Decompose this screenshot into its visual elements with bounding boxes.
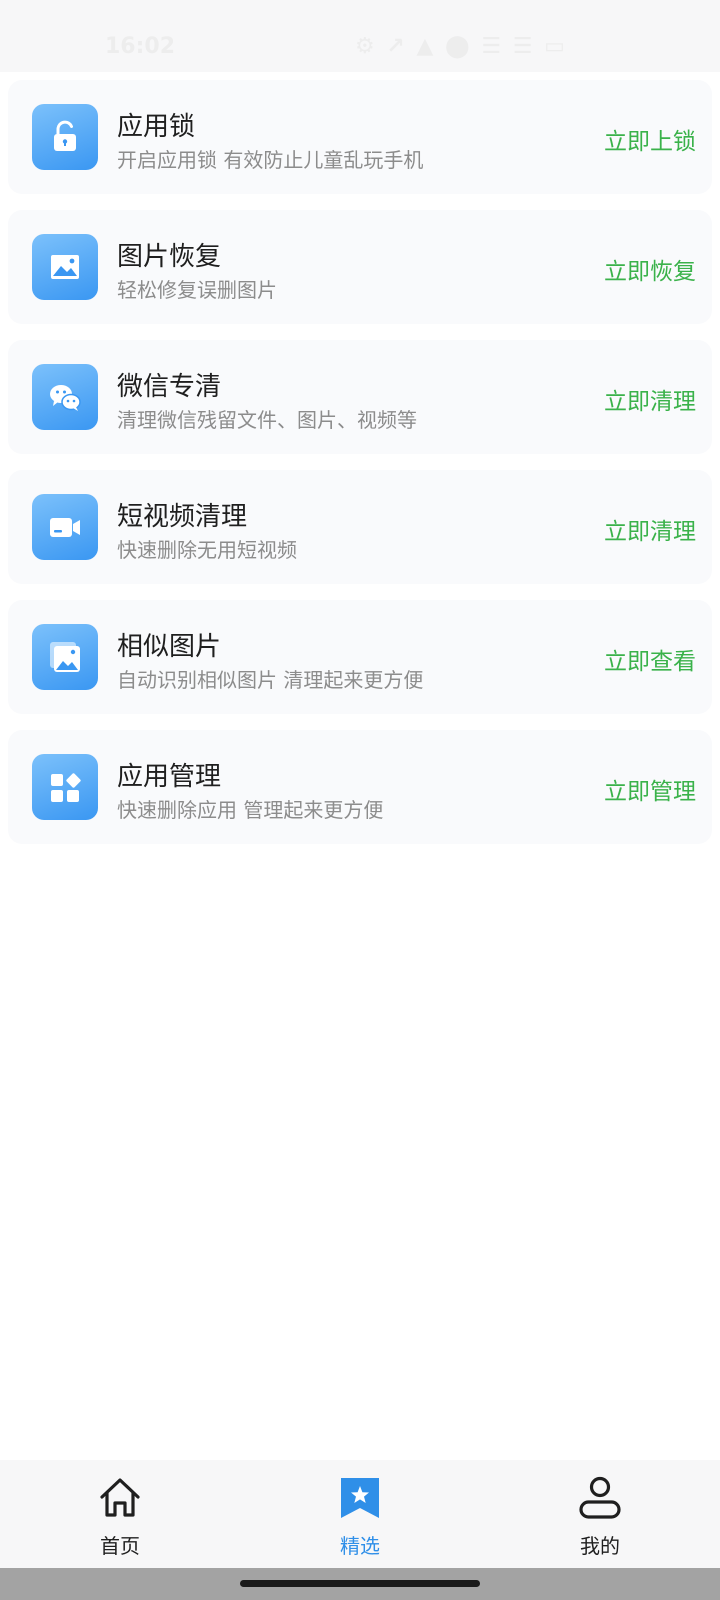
tab-home[interactable]: 首页 [60, 1460, 180, 1568]
card-title: 图片恢复 [117, 242, 222, 272]
feature-card-app-lock[interactable]: 应用锁 开启应用锁 有效防止儿童乱玩手机 立即上锁 [8, 80, 712, 194]
card-subtitle: 清理微信残留文件、图片、视频等 [117, 408, 417, 432]
feature-card-photo-recovery[interactable]: 图片恢复 轻松修复误删图片 立即恢复 [8, 210, 712, 324]
card-subtitle: 自动识别相似图片 清理起来更方便 [117, 668, 424, 692]
apps-grid-icon [32, 754, 98, 820]
status-indicators: ⚙ ↗ ▲ ⬤ ☰ ☰ ▭ [355, 34, 567, 59]
tab-label: 首页 [100, 1534, 140, 1558]
card-title: 应用管理 [117, 762, 222, 792]
system-navigation-area [0, 1568, 720, 1600]
lock-now-button[interactable]: 立即上锁 [604, 122, 696, 156]
card-subtitle: 开启应用锁 有效防止儿童乱玩手机 [117, 148, 424, 172]
card-title: 相似图片 [117, 632, 222, 662]
tab-featured[interactable]: 精选 [300, 1460, 420, 1568]
feature-card-wechat-clean[interactable]: 微信专清 清理微信残留文件、图片、视频等 立即清理 [8, 340, 712, 454]
feature-list: 应用锁 开启应用锁 有效防止儿童乱玩手机 立即上锁 图片恢复 轻松修复误删图片 … [8, 80, 712, 860]
view-now-button[interactable]: 立即查看 [604, 642, 696, 676]
feature-card-short-video-clean[interactable]: 短视频清理 快速删除无用短视频 立即清理 [8, 470, 712, 584]
home-icon [100, 1478, 140, 1517]
recover-now-button[interactable]: 立即恢复 [604, 252, 696, 286]
tab-label: 精选 [340, 1534, 380, 1558]
feature-card-similar-images[interactable]: 相似图片 自动识别相似图片 清理起来更方便 立即查看 [8, 600, 712, 714]
card-subtitle: 快速删除应用 管理起来更方便 [117, 798, 384, 822]
clean-now-button[interactable]: 立即清理 [604, 512, 696, 546]
user-icon [579, 1476, 621, 1519]
bookmark-star-icon [341, 1478, 379, 1518]
image-icon [32, 234, 98, 300]
manage-now-button[interactable]: 立即管理 [604, 772, 696, 806]
tab-label: 我的 [580, 1534, 620, 1558]
home-gesture-bar[interactable] [240, 1580, 480, 1587]
wechat-icon [32, 364, 98, 430]
video-camera-icon [32, 494, 98, 560]
tab-mine[interactable]: 我的 [540, 1460, 660, 1568]
status-time: 16:02 [105, 34, 176, 59]
card-subtitle: 轻松修复误删图片 [117, 278, 277, 302]
bottom-tab-bar: 首页 精选 我的 [0, 1460, 720, 1568]
unlock-icon [32, 104, 98, 170]
card-title: 应用锁 [117, 112, 196, 142]
similar-images-icon [32, 624, 98, 690]
card-subtitle: 快速删除无用短视频 [117, 538, 297, 562]
feature-card-app-management[interactable]: 应用管理 快速删除应用 管理起来更方便 立即管理 [8, 730, 712, 844]
card-title: 短视频清理 [117, 502, 248, 532]
status-bar: 16:02 ⚙ ↗ ▲ ⬤ ☰ ☰ ▭ [0, 0, 720, 72]
card-title: 微信专清 [117, 372, 222, 402]
clean-now-button[interactable]: 立即清理 [604, 382, 696, 416]
